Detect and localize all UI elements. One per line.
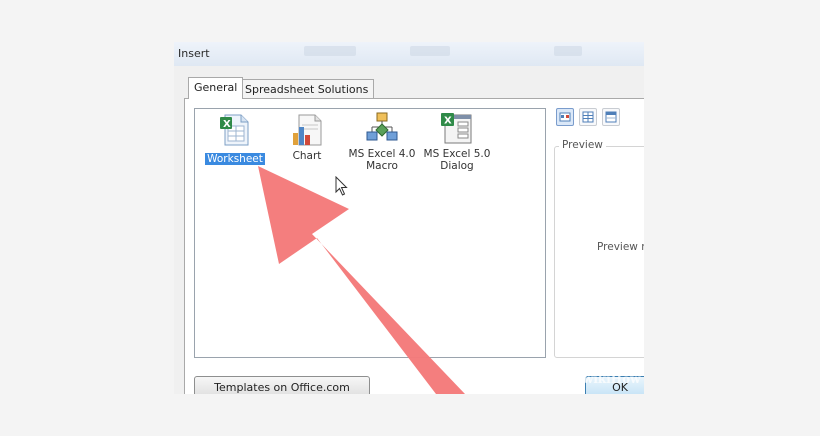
template-dialog-label-line1: MS Excel 5.0 [423,148,491,160]
details-view-button[interactable] [602,108,620,126]
template-worksheet-label: Worksheet [205,153,265,165]
tab-spreadsheet-solutions-label: Spreadsheet Solutions [245,83,369,96]
template-chart-label: Chart [292,150,322,162]
templates-on-office-label: Templates on Office.com [214,381,350,394]
mouse-pointer-icon [335,175,349,200]
blurred-background-text [410,46,450,56]
preview-legend: Preview [559,139,606,151]
template-worksheet[interactable]: X Worksheet [197,113,273,166]
templates-on-office-button[interactable]: Templates on Office.com [194,376,370,394]
macro-icon [364,111,400,145]
list-view-icon [582,111,594,123]
template-ms-excel-5-dialog[interactable]: X MS Excel 5.0 Dialog [419,111,495,172]
dialog-icon: X [439,111,475,145]
list-view-button[interactable] [579,108,597,126]
preview-message: Preview n [597,241,644,253]
large-icons-view-icon [559,112,571,122]
large-icons-view-button[interactable] [556,108,574,126]
blurred-background-text [304,46,356,56]
preview-group: Preview Preview n [554,139,644,358]
chart-icon [289,113,325,147]
insert-dialog: Insert General Spreadsheet Solutions X W… [174,42,644,394]
template-ms-excel-4-macro[interactable]: MS Excel 4.0 Macro [344,111,420,172]
dialog-title: Insert [178,47,210,60]
tab-general-label: General [194,81,238,94]
template-dialog-label-line2: Dialog [440,160,474,172]
title-bar: Insert [174,42,644,66]
template-list[interactable]: X Worksheet Chart MS Excel 4.0 Macro X M… [194,108,546,358]
svg-text:X: X [444,116,452,127]
svg-text:X: X [223,119,231,130]
worksheet-icon: X [217,113,253,147]
watermark: wikiHow [583,372,641,386]
template-macro-label-line1: MS Excel 4.0 [348,148,416,160]
tab-general[interactable]: General [188,77,244,99]
details-view-icon [605,111,617,123]
template-chart[interactable]: Chart [269,113,345,162]
template-macro-label-line2: Macro [366,160,398,172]
blurred-background-text [554,46,582,56]
tab-spreadsheet-solutions[interactable]: Spreadsheet Solutions [239,79,375,99]
